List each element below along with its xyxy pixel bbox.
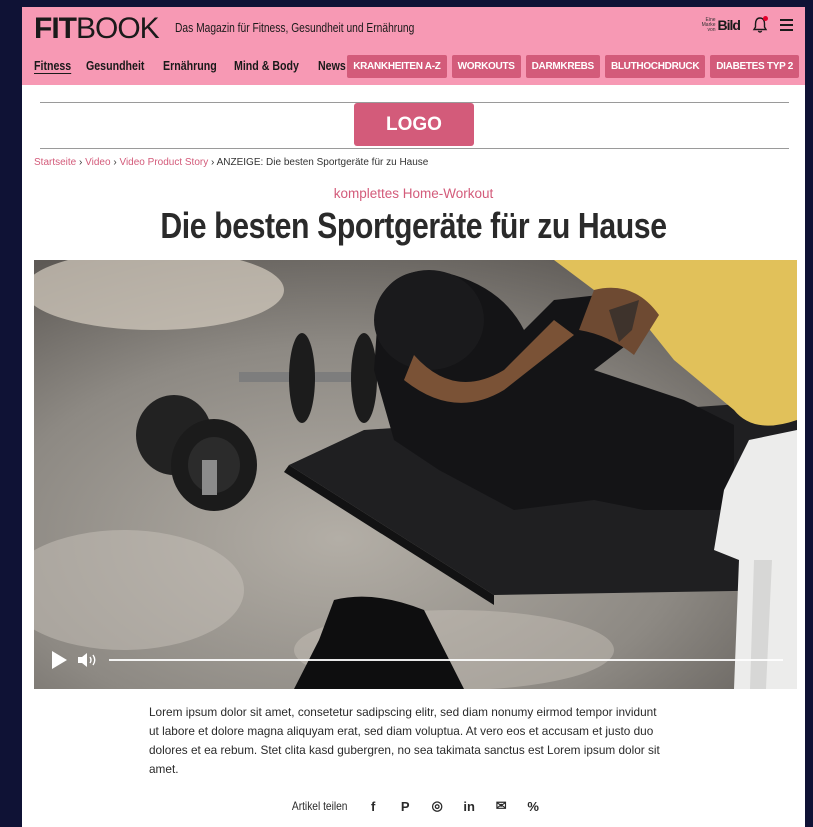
article-body: Lorem ipsum dolor sit amet, consetetur s…	[149, 705, 660, 776]
brand-book: BOOK	[76, 12, 160, 45]
brand-fit: FIT	[34, 12, 77, 45]
breadcrumb-video[interactable]: Video	[85, 157, 110, 168]
linkedin-icon[interactable]: in	[462, 799, 476, 814]
article-headline: Die besten Sportgeräte für zu Hause	[160, 205, 667, 246]
volume-icon[interactable]	[77, 651, 99, 669]
divider-bottom	[40, 148, 789, 149]
nav-item-gesundheit[interactable]: Gesundheit	[86, 59, 144, 73]
breadcrumb-separator: ›	[113, 157, 117, 168]
header-actions: Eine Marke von Bild	[698, 16, 793, 34]
tagline: Das Magazin für Fitness, Gesundheit und …	[175, 21, 415, 35]
topic-bluthochdruck[interactable]: BLUTHOCHDRUCK	[604, 55, 706, 78]
nav-item-news[interactable]: News	[318, 59, 346, 73]
video-controls	[52, 649, 783, 671]
breadcrumb-startseite[interactable]: Startseite	[34, 157, 76, 168]
video-player[interactable]	[34, 260, 797, 689]
logo-placeholder[interactable]: LOGO	[354, 103, 474, 146]
main-nav: Fitness Gesundheit Ernährung Mind & Body…	[34, 59, 346, 73]
fitbook-logo[interactable]: FIT BOOK	[34, 12, 160, 46]
breadcrumb-separator: ›	[79, 157, 83, 168]
video-frame	[34, 260, 797, 689]
share-bar: Artikel teilen f P ◎ in ✉ %	[22, 798, 805, 814]
notification-dot	[763, 16, 768, 21]
play-icon[interactable]	[52, 651, 67, 669]
video-progress-bar[interactable]	[109, 659, 783, 661]
notification-bell-icon[interactable]	[752, 16, 768, 34]
topic-pills: KRANKHEITEN A-Z WORKOUTS DARMKREBS BLUTH…	[347, 55, 799, 78]
nav-item-fitness[interactable]: Fitness	[34, 59, 71, 73]
pinterest-icon[interactable]: P	[398, 799, 412, 814]
mail-icon[interactable]: ✉	[494, 798, 508, 813]
share-label: Artikel teilen	[291, 799, 348, 813]
topic-workouts[interactable]: WORKOUTS	[451, 55, 521, 78]
breadcrumb: Startseite › Video › Video Product Story…	[34, 157, 428, 168]
nav-item-mind-body[interactable]: Mind & Body	[234, 59, 299, 73]
hamburger-menu-icon[interactable]	[780, 19, 793, 31]
breadcrumb-separator: ›	[211, 157, 215, 168]
breadcrumb-current: ANZEIGE: Die besten Sportgeräte für zu H…	[216, 157, 429, 168]
facebook-icon[interactable]: f	[366, 799, 380, 814]
breadcrumb-video-product-story[interactable]: Video Product Story	[119, 157, 208, 168]
link-icon[interactable]: %	[526, 799, 540, 814]
topic-darmkrebs[interactable]: DARMKREBS	[525, 55, 600, 78]
topic-diabetes[interactable]: DIABETES TYP 2	[710, 55, 799, 78]
bild-word: Bild	[717, 17, 741, 33]
nav-item-ernaehrung[interactable]: Ernährung	[163, 59, 217, 73]
bild-small-text: Eine Marke von	[701, 16, 716, 33]
article-kicker: komplettes Home-Workout	[333, 186, 494, 201]
bild-brand-mark[interactable]: Eine Marke von Bild	[698, 16, 741, 33]
whatsapp-icon[interactable]: ◎	[430, 798, 444, 813]
topic-krankheiten[interactable]: KRANKHEITEN A-Z	[347, 55, 447, 78]
site-header: FIT BOOK Das Magazin für Fitness, Gesundh…	[22, 7, 805, 85]
page-frame: FIT BOOK Das Magazin für Fitness, Gesundh…	[22, 7, 805, 827]
